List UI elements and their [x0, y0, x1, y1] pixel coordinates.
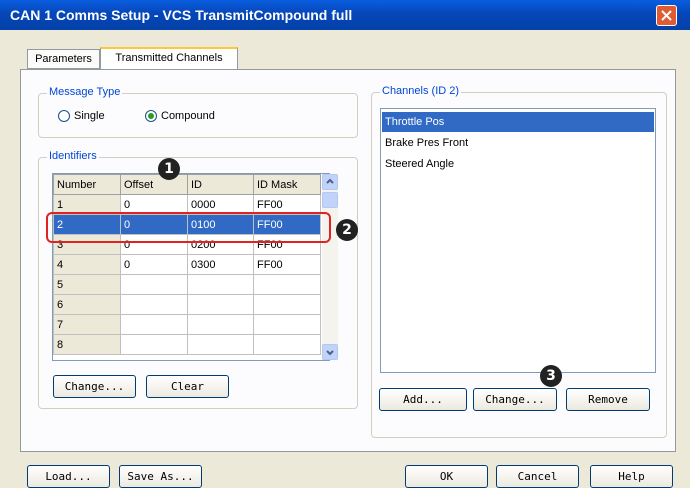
col-header-offset[interactable]: Offset: [120, 174, 188, 195]
close-icon: [661, 10, 672, 21]
load-label: Load...: [45, 470, 92, 483]
cell-id-mask[interactable]: FF00: [253, 254, 321, 275]
tab-parameters[interactable]: Parameters: [27, 49, 100, 69]
table-row[interactable]: 7: [53, 314, 321, 335]
radio-compound[interactable]: Compound: [145, 110, 215, 122]
table-row[interactable]: 6: [53, 294, 321, 315]
identifiers-clear-button[interactable]: Clear: [146, 375, 229, 398]
cell-id[interactable]: [187, 274, 254, 295]
radio-single-label: Single: [74, 110, 105, 122]
cell-id-mask[interactable]: [253, 294, 321, 315]
load-button[interactable]: Load...: [27, 465, 110, 488]
list-item[interactable]: Brake Pres Front: [382, 133, 654, 153]
tab-transmitted-channels[interactable]: Transmitted Channels: [100, 47, 238, 69]
callout-3: 3: [540, 365, 562, 387]
tab-transmitted-channels-label: Transmitted Channels: [115, 52, 223, 64]
help-label: Help: [618, 470, 645, 483]
identifiers-header-row: Number Offset ID ID Mask: [53, 174, 321, 195]
radio-single-dot[interactable]: [58, 110, 70, 122]
list-item-selected[interactable]: Throttle Pos: [382, 112, 654, 132]
channels-remove-button[interactable]: Remove: [566, 388, 650, 411]
callout-1: 1: [158, 158, 180, 180]
selected-row-highlight: [46, 212, 331, 243]
channels-remove-label: Remove: [588, 393, 628, 406]
channels-change-label: Change...: [485, 393, 545, 406]
cell-id[interactable]: [187, 334, 254, 355]
cell-id[interactable]: 0300: [187, 254, 254, 275]
channels-add-label: Add...: [403, 393, 443, 406]
cell-offset[interactable]: [120, 334, 188, 355]
cell-id-mask[interactable]: [253, 314, 321, 335]
channels-legend: Channels (ID 2): [380, 85, 462, 97]
identifiers-change-button[interactable]: Change...: [53, 375, 136, 398]
table-row[interactable]: 8: [53, 334, 321, 355]
grid-scrollbar[interactable]: [322, 174, 338, 360]
cell-number[interactable]: 8: [53, 334, 121, 355]
ok-label: OK: [439, 470, 454, 483]
save-as-label: Save As...: [127, 470, 194, 483]
chevron-down-icon: [326, 350, 334, 356]
radio-compound-label: Compound: [161, 110, 215, 122]
dialog-window: CAN 1 Comms Setup - VCS TransmitCompound…: [0, 0, 690, 488]
ok-button[interactable]: OK: [405, 465, 488, 488]
identifiers-legend: Identifiers: [47, 150, 99, 162]
identifiers-change-label: Change...: [64, 380, 125, 393]
channels-add-button[interactable]: Add...: [379, 388, 467, 411]
scroll-down-button[interactable]: [322, 344, 338, 360]
col-header-number[interactable]: Number: [53, 174, 121, 195]
identifiers-grid[interactable]: Number Offset ID ID Mask 1 0 0000 FF00 2…: [52, 173, 330, 361]
cell-offset[interactable]: 0: [120, 254, 188, 275]
title-bar[interactable]: CAN 1 Comms Setup - VCS TransmitCompound…: [0, 0, 690, 30]
col-header-id-mask[interactable]: ID Mask: [253, 174, 321, 195]
save-as-button[interactable]: Save As...: [119, 465, 202, 488]
table-row[interactable]: 5: [53, 274, 321, 295]
message-type-legend: Message Type: [47, 86, 123, 98]
cell-number[interactable]: 6: [53, 294, 121, 315]
channels-list[interactable]: Throttle Pos Brake Pres Front Steered An…: [380, 108, 656, 373]
close-button[interactable]: [656, 5, 677, 26]
cell-number[interactable]: 4: [53, 254, 121, 275]
cell-offset[interactable]: [120, 294, 188, 315]
callout-2: 2: [336, 219, 358, 241]
cancel-label: Cancel: [517, 470, 558, 483]
tab-parameters-label: Parameters: [35, 53, 92, 65]
identifiers-clear-label: Clear: [170, 380, 205, 393]
channels-change-button[interactable]: Change...: [473, 388, 557, 411]
cancel-button[interactable]: Cancel: [496, 465, 579, 488]
col-header-id[interactable]: ID: [187, 174, 254, 195]
table-row[interactable]: 4 0 0300 FF00: [53, 254, 321, 275]
identifiers-table: Number Offset ID ID Mask 1 0 0000 FF00 2…: [53, 174, 321, 355]
cell-offset[interactable]: [120, 314, 188, 335]
radio-single[interactable]: Single: [58, 110, 105, 122]
scroll-thumb[interactable]: [322, 192, 338, 208]
window-title: CAN 1 Comms Setup - VCS TransmitCompound…: [10, 7, 353, 23]
cell-id[interactable]: [187, 314, 254, 335]
cell-offset[interactable]: [120, 274, 188, 295]
radio-compound-dot[interactable]: [145, 110, 157, 122]
cell-id[interactable]: [187, 294, 254, 315]
cell-number[interactable]: 5: [53, 274, 121, 295]
cell-number[interactable]: 7: [53, 314, 121, 335]
chevron-up-icon: [326, 178, 334, 184]
scroll-up-button[interactable]: [322, 174, 338, 190]
list-item[interactable]: Steered Angle: [382, 154, 654, 174]
cell-id-mask[interactable]: [253, 334, 321, 355]
cell-id-mask[interactable]: [253, 274, 321, 295]
help-button[interactable]: Help: [590, 465, 673, 488]
